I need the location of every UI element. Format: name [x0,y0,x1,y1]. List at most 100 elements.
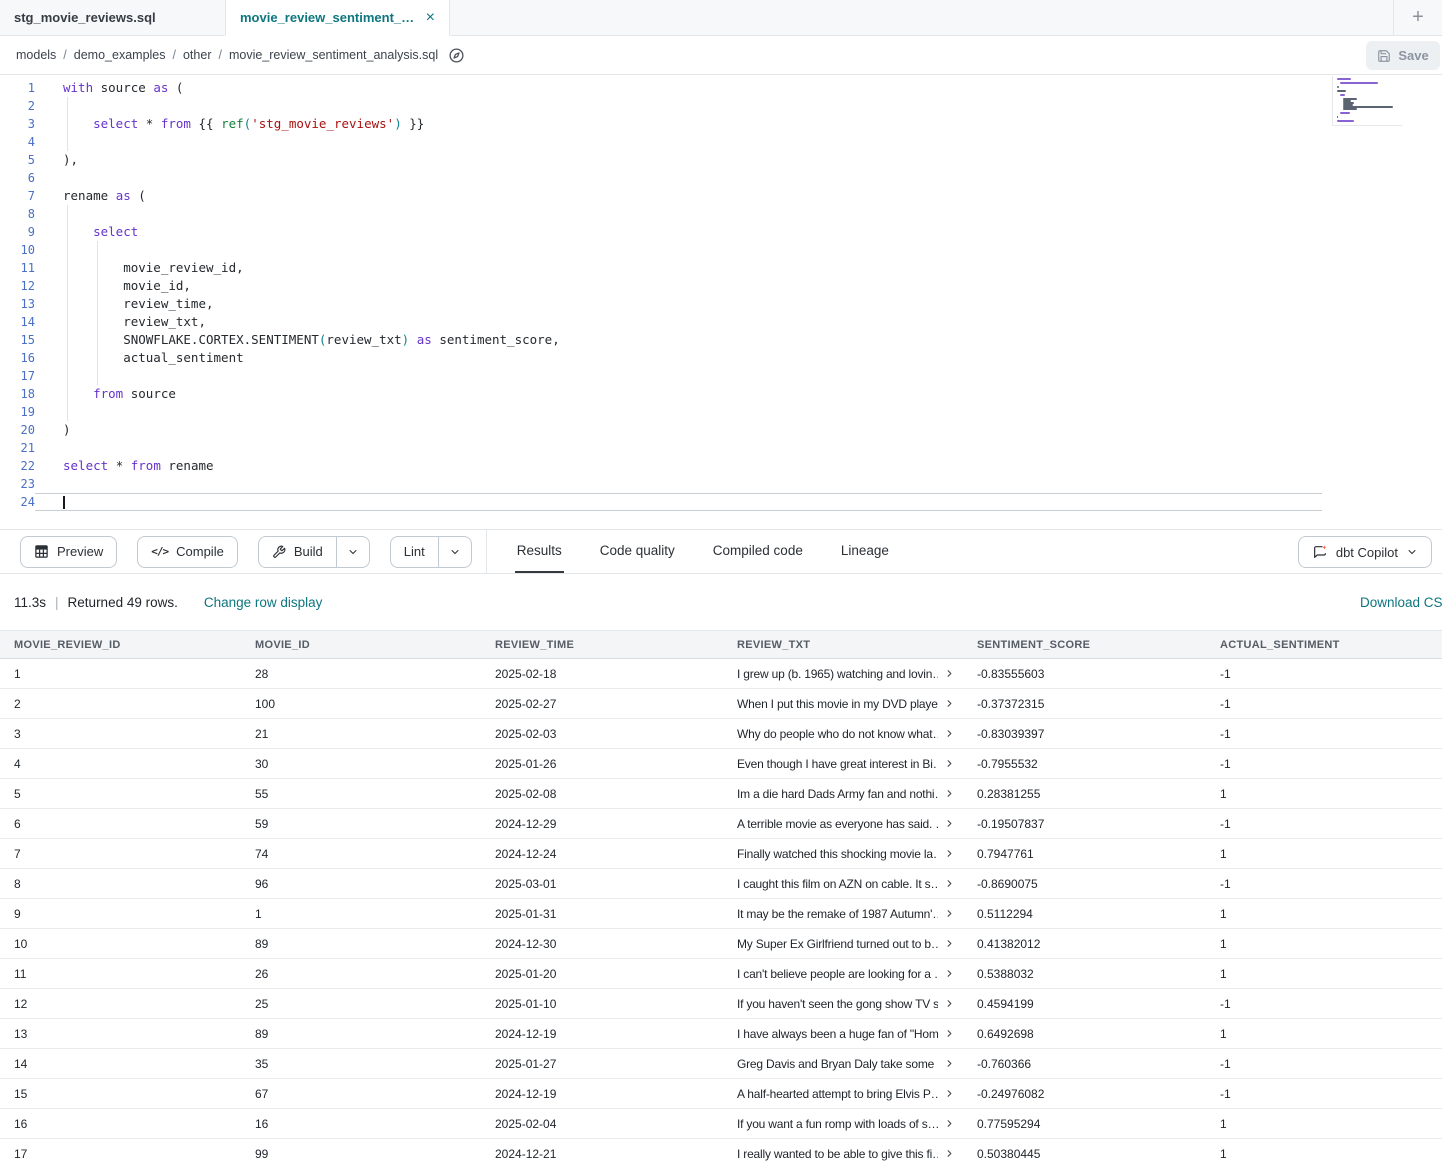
tab-lineage[interactable]: Lineage [839,530,891,573]
expand-review-icon[interactable] [944,1088,955,1099]
review-text: Even though I have great interest in Bi… [737,757,938,771]
code-line[interactable]: 11 movie_review_id, [0,259,1442,277]
expand-review-icon[interactable] [944,758,955,769]
expand-review-icon[interactable] [944,668,955,679]
preview-button[interactable]: Preview [20,536,117,568]
cell-movie-review-id: 5 [0,787,241,801]
table-row: 16 16 2025-02-04 If you want a fun romp … [0,1109,1442,1139]
cell-review-time: 2025-01-31 [481,907,723,921]
minimap[interactable] [1332,76,1402,126]
expand-review-icon[interactable] [944,1028,955,1039]
query-time: 11.3s [14,595,46,610]
tab-movie-review-sentiment[interactable]: movie_review_sentiment_… × [225,0,450,36]
cell-movie-review-id: 11 [0,967,241,981]
cell-review-time: 2025-02-04 [481,1117,723,1131]
cell-movie-id: 21 [241,727,481,741]
code-line[interactable]: 15 SNOWFLAKE.CORTEX.SENTIMENT(review_txt… [0,331,1442,349]
download-csv-link[interactable]: Download CSV [1360,595,1442,610]
tab-compiled-code[interactable]: Compiled code [711,530,805,573]
expand-review-icon[interactable] [944,968,955,979]
expand-review-icon[interactable] [944,1118,955,1129]
code-line[interactable]: 12 movie_id, [0,277,1442,295]
cell-sentiment-score: -0.83039397 [963,727,1206,741]
table-row: 7 74 2024-12-24 Finally watched this sho… [0,839,1442,869]
cell-actual-sentiment: 1 [1206,1147,1442,1161]
code-line[interactable]: 8 [0,205,1442,223]
code-line[interactable]: 22select * from rename [0,457,1442,475]
code-line[interactable]: 2 [0,97,1442,115]
cell-movie-review-id: 14 [0,1057,241,1071]
line-number: 18 [0,385,35,403]
expand-review-icon[interactable] [944,698,955,709]
expand-review-icon[interactable] [944,728,955,739]
review-text: When I put this movie in my DVD playe… [737,697,938,711]
cell-review-txt: I really wanted to be able to give this … [723,1147,963,1161]
change-row-display-link[interactable]: Change row display [204,595,323,610]
code-line[interactable]: 10 [0,241,1442,259]
cell-review-txt: If you haven't seen the gong show TV s… [723,997,963,1011]
lint-button[interactable]: Lint [391,537,438,567]
code-line[interactable]: 5), [0,151,1442,169]
compile-button[interactable]: </> Compile [137,536,238,568]
code-line[interactable]: 24 [0,493,1442,511]
build-dropdown[interactable] [336,537,369,567]
cell-review-time: 2024-12-24 [481,847,723,861]
table-row: 6 59 2024-12-29 A terrible movie as ever… [0,809,1442,839]
lint-split-button: Lint [390,536,472,568]
compass-icon[interactable] [448,47,465,64]
expand-review-icon[interactable] [944,938,955,949]
breadcrumb-demo-examples: demo_examples [74,48,166,62]
code-line[interactable]: 3 select * from {{ ref('stg_movie_review… [0,115,1442,133]
line-number: 14 [0,313,35,331]
review-text: Finally watched this shocking movie la… [737,847,938,861]
code-line[interactable]: 6 [0,169,1442,187]
cell-sentiment-score: 0.77595294 [963,1117,1206,1131]
expand-review-icon[interactable] [944,1148,955,1159]
expand-review-icon[interactable] [944,818,955,829]
expand-review-icon[interactable] [944,1058,955,1069]
save-button[interactable]: Save [1366,41,1440,70]
code-line[interactable]: 23 [0,475,1442,493]
cell-sentiment-score: 0.41382012 [963,937,1206,951]
code-line[interactable]: 17 [0,367,1442,385]
code-line[interactable]: 7rename as ( [0,187,1442,205]
build-split-button: Build [258,536,370,568]
code-line[interactable]: 20) [0,421,1442,439]
expand-review-icon[interactable] [944,878,955,889]
dbt-copilot-button[interactable]: dbt Copilot [1299,537,1431,567]
code-editor[interactable]: 1with source as (23 select * from {{ ref… [0,75,1442,530]
tab-stg-movie-reviews[interactable]: stg_movie_reviews.sql [0,0,225,36]
new-tab-button[interactable]: + [1393,0,1442,36]
code-line[interactable]: 14 review_txt, [0,313,1442,331]
code-line[interactable]: 9 select [0,223,1442,241]
code-line[interactable]: 4 [0,133,1442,151]
cell-actual-sentiment: 1 [1206,847,1442,861]
cell-actual-sentiment: 1 [1206,907,1442,921]
build-button[interactable]: Build [259,537,336,567]
review-text: A half-hearted attempt to bring Elvis P… [737,1087,938,1101]
code-line[interactable]: 21 [0,439,1442,457]
close-tab-icon[interactable]: × [426,10,435,26]
lint-dropdown[interactable] [438,537,471,567]
tab-results[interactable]: Results [515,530,564,573]
code-line[interactable]: 1with source as ( [0,79,1442,97]
tab-code-quality[interactable]: Code quality [598,530,677,573]
code-line[interactable]: 18 from source [0,385,1442,403]
cell-review-time: 2024-12-30 [481,937,723,951]
expand-review-icon[interactable] [944,788,955,799]
code-line[interactable]: 19 [0,403,1442,421]
line-number: 15 [0,331,35,349]
cell-movie-id: 28 [241,667,481,681]
code-line[interactable]: 16 actual_sentiment [0,349,1442,367]
build-label: Build [294,544,323,559]
expand-review-icon[interactable] [944,848,955,859]
expand-review-icon[interactable] [944,908,955,919]
table-header: MOVIE_REVIEW_ID MOVIE_ID REVIEW_TIME REV… [0,630,1442,659]
code-line[interactable]: 13 review_time, [0,295,1442,313]
cell-movie-id: 55 [241,787,481,801]
cell-movie-id: 30 [241,757,481,771]
cell-review-txt: Im a die hard Dads Army fan and nothi… [723,787,963,801]
review-text: I grew up (b. 1965) watching and lovin… [737,667,938,681]
expand-review-icon[interactable] [944,998,955,1009]
cell-review-time: 2025-03-01 [481,877,723,891]
